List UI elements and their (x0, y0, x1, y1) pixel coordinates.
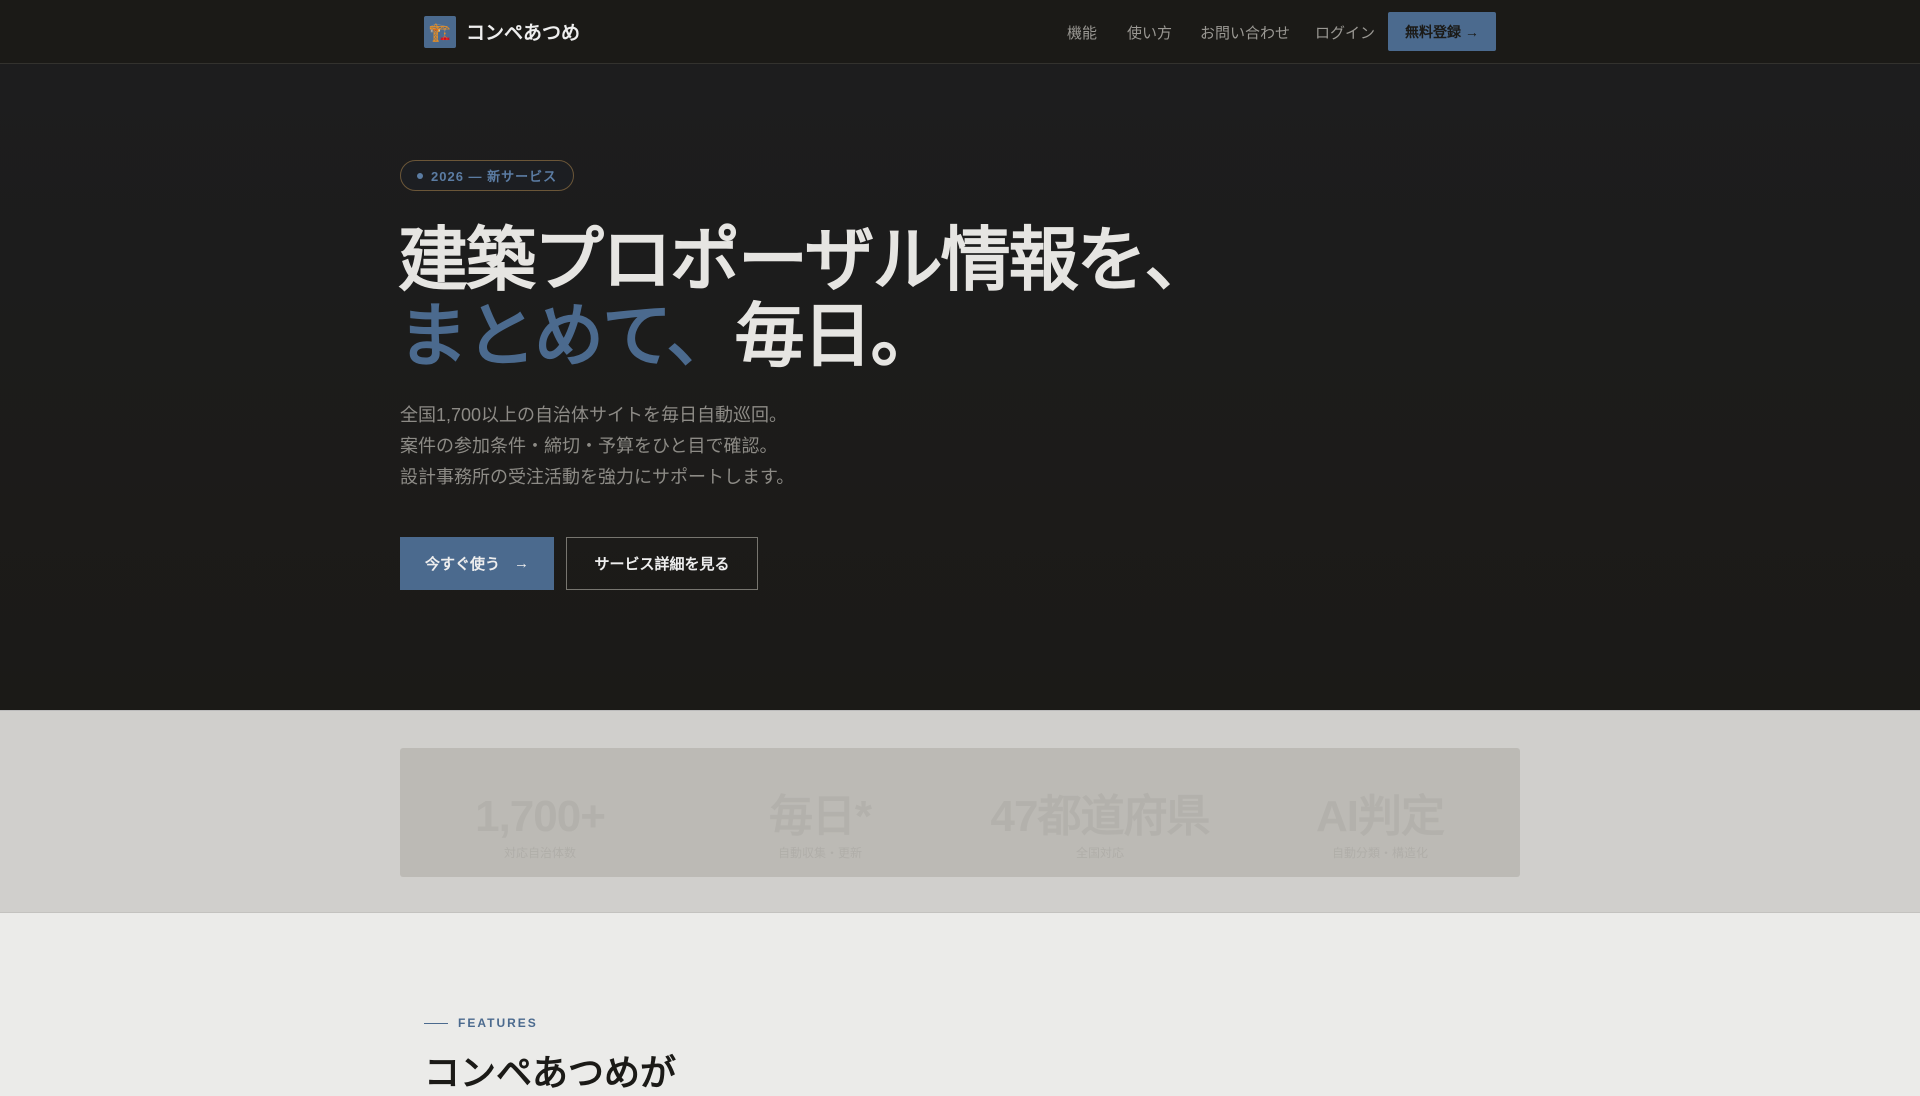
hero-description: 全国1,700以上の自治体サイトを毎日自動巡回。 案件の参加条件・締切・予算をひ… (400, 400, 794, 493)
stat-item: 1,700+ 対応自治体数 (400, 748, 680, 877)
stat-item: AI判定自動分類・構造化 (1240, 748, 1520, 877)
start-now-button[interactable]: 今すぐ使う → (400, 537, 554, 590)
nav-link-contact[interactable]: お問い合わせ (1200, 22, 1290, 43)
desc-line: 全国1,700以上の自治体サイトを毎日自動巡回。 (400, 405, 788, 425)
top-nav: 🏗️ コンペあつめ 機能 使い方 お問い合わせ ログイン 無料登録 → (0, 0, 1920, 64)
stat-value: 1,700+ (475, 792, 606, 841)
title-rest: 毎日。 (734, 297, 941, 375)
title-accent: まとめて、 (398, 297, 736, 375)
nav-link-features[interactable]: 機能 (1067, 22, 1097, 43)
stat-item: 毎日* 自動収集・更新 (680, 748, 960, 877)
stats-section: 1,700+ 対応自治体数 毎日* 自動収集・更新 47都道府県全国対応 AI判定自… (0, 710, 1920, 913)
features-eyebrow: FEATURES (424, 1016, 538, 1030)
hero-section (0, 64, 1920, 710)
stat-value: 毎日* (768, 792, 872, 841)
desc-line: 設計事務所の受注活動を強力にサポートします。 (400, 467, 795, 487)
new-service-badge: 2026 — 新サービス (400, 160, 575, 191)
title-line1: 建築プロポーザル情報を、 (398, 221, 1215, 299)
start-now-label: 今すぐ使う (424, 556, 500, 573)
stat-label: 対応自治体数 (503, 846, 576, 860)
signup-button[interactable]: 無料登録 → (1388, 12, 1496, 51)
stat-label: 自動収集・更新 (777, 846, 862, 860)
nav-link-login[interactable]: ログイン (1315, 22, 1375, 43)
stats-card: 1,700+ 対応自治体数 毎日* 自動収集・更新 47都道府県全国対応 AI判定自… (400, 748, 1520, 877)
features-heading: コンペあつめが (424, 1052, 677, 1093)
desc-line: 案件の参加条件・締切・予算をひと目で確認。 (400, 436, 778, 456)
stat-value: 47都道府県 (990, 792, 1211, 841)
dot-icon (417, 172, 423, 179)
stat-value: AI判定 (1316, 792, 1445, 841)
stat-label: 全国対応 (1075, 846, 1124, 860)
service-details-button[interactable]: サービス詳細を見る (566, 537, 758, 590)
brand-name[interactable]: コンペあつめ (466, 18, 580, 45)
eyebrow-text: FEATURES (458, 1016, 538, 1030)
hero-title: 建築プロポーザル情報を、 まとめて、毎日。 (398, 221, 1215, 375)
badge-text: 2026 — 新サービス (431, 169, 558, 184)
stat-item: 47都道府県全国対応 (960, 748, 1240, 877)
nav-link-how-to[interactable]: 使い方 (1127, 22, 1172, 43)
logo-crane-icon[interactable]: 🏗️ (424, 16, 456, 48)
arrow-right-icon: → (514, 555, 529, 572)
eyebrow-line (424, 1022, 448, 1024)
stat-label: 自動分類・構造化 (1331, 846, 1428, 860)
